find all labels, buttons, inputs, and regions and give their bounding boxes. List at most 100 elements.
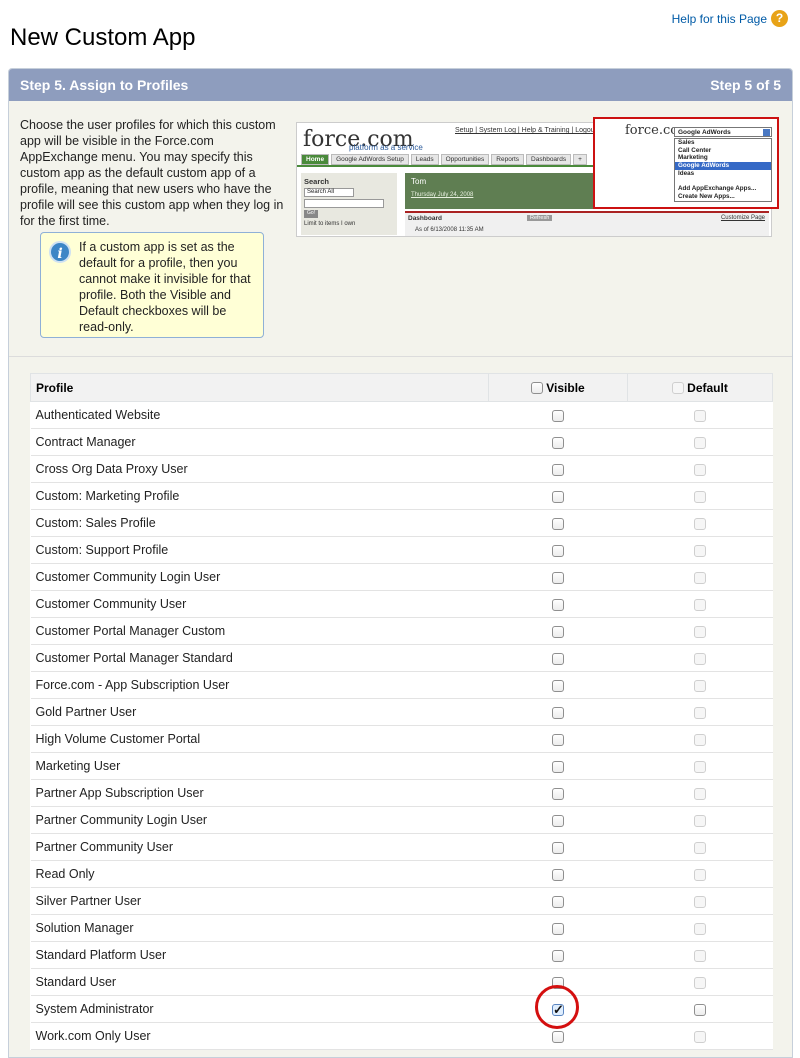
default-checkbox[interactable] [694,463,706,476]
profile-name: Customer Portal Manager Standard [30,644,489,672]
visible-cell [488,914,628,942]
visible-checkbox[interactable] [552,679,564,692]
default-checkbox[interactable] [694,760,706,773]
visible-checkbox[interactable] [552,868,564,881]
default-checkbox[interactable] [694,733,706,746]
default-checkbox[interactable] [694,652,706,665]
preview-search-select: Search All [304,188,354,197]
visible-checkbox[interactable] [552,436,564,449]
preview-menu-item: Call Center [678,146,712,154]
visible-checkbox[interactable] [552,517,564,530]
info-text: If a custom app is set as the default fo… [79,240,251,334]
visible-checkbox[interactable] [552,814,564,827]
profile-name: Custom: Marketing Profile [30,482,489,510]
help-link[interactable]: Help for this Page ? [672,10,788,27]
visible-checkbox[interactable] [552,1030,564,1043]
profile-name: Custom: Sales Profile [30,509,489,537]
table-row: High Volume Customer Portal [30,725,773,753]
visible-cell [488,806,628,834]
visible-checkbox[interactable] [552,652,564,665]
default-select-all-checkbox[interactable] [672,382,685,395]
preview-tab: Home [301,154,330,165]
visible-checkbox[interactable] [552,625,564,638]
visible-checkbox[interactable] [552,787,564,800]
table-row: Customer Portal Manager Custom [30,617,773,645]
default-checkbox[interactable] [694,895,706,908]
visible-checkbox[interactable] [552,922,564,935]
default-checkbox[interactable] [694,625,706,638]
profile-name: Marketing User [30,752,489,780]
visible-checkbox[interactable] [552,733,564,746]
table-row: Custom: Sales Profile [30,509,773,537]
default-cell [627,644,773,672]
preview-app-menu-highlight: force.com Google AdWords Sales Call Cente… [593,117,779,209]
table-row: Contract Manager [30,428,773,456]
step-title: Step 5. Assign to Profiles [20,77,189,93]
preview-tab: Dashboards [526,154,572,165]
default-checkbox[interactable] [694,517,706,530]
default-checkbox[interactable] [694,1030,706,1043]
intro-text: Choose the user profiles for which this … [20,118,284,228]
default-column-header: Default [627,373,773,402]
table-row: Customer Portal Manager Standard [30,644,773,672]
default-checkbox[interactable] [694,436,706,449]
visible-checkbox[interactable] [552,706,564,719]
visible-checkbox[interactable] [552,409,564,422]
default-cell [627,806,773,834]
visible-checkbox[interactable] [552,490,564,503]
visible-checkbox[interactable] [552,598,564,611]
table-row: Solution Manager [30,914,773,942]
profile-name: Solution Manager [30,914,489,942]
default-checkbox[interactable] [694,814,706,827]
table-row: Custom: Marketing Profile [30,482,773,510]
default-checkbox[interactable] [694,571,706,584]
visible-checkbox[interactable] [552,760,564,773]
default-checkbox[interactable] [694,544,706,557]
default-checkbox[interactable] [694,706,706,719]
default-cell [627,455,773,483]
profile-name: Custom: Support Profile [30,536,489,564]
default-cell [627,590,773,618]
visible-select-all-checkbox[interactable] [531,382,544,395]
default-checkbox[interactable] [694,490,706,503]
preview-sidebar: Search Search All Go! Limit to items I o… [301,173,397,235]
table-row: Gold Partner User [30,698,773,726]
default-column-label: Default [687,380,728,395]
default-cell [627,698,773,726]
default-cell [627,671,773,699]
default-checkbox[interactable] [694,922,706,935]
default-checkbox[interactable] [694,787,706,800]
visible-checkbox[interactable] [552,544,564,557]
profile-name: High Volume Customer Portal [30,725,489,753]
preview-logo-sub: platform as a service [349,143,423,152]
help-icon[interactable]: ? [771,10,788,27]
table-row: Standard User [30,968,773,996]
default-cell [627,995,773,1023]
default-checkbox[interactable] [694,679,706,692]
visible-checkbox[interactable] [552,895,564,908]
default-cell [627,536,773,564]
table-row: Standard Platform User [30,941,773,969]
default-checkbox[interactable] [694,949,706,962]
profile-column-label: Profile [36,380,74,395]
visible-checkbox[interactable] [552,1002,564,1018]
preview-refresh-button: Refresh [527,215,553,221]
profile-name: Gold Partner User [30,698,489,726]
visible-checkbox[interactable] [552,571,564,584]
default-checkbox[interactable] [694,409,706,422]
preview-search-title: Search [304,177,330,186]
default-cell [627,833,773,861]
default-checkbox[interactable] [694,976,706,989]
visible-cell [488,995,628,1023]
visible-checkbox[interactable] [552,976,564,989]
visible-checkbox[interactable] [552,841,564,854]
visible-checkbox[interactable] [552,949,564,962]
default-checkbox[interactable] [694,1003,706,1016]
step-header: Step 5. Assign to Profiles Step 5 of 5 [9,69,792,101]
default-checkbox[interactable] [694,598,706,611]
default-checkbox[interactable] [694,868,706,881]
default-checkbox[interactable] [694,841,706,854]
visible-cell [488,671,628,699]
visible-checkbox[interactable] [552,463,564,476]
help-link-label[interactable]: Help for this Page [672,12,767,26]
